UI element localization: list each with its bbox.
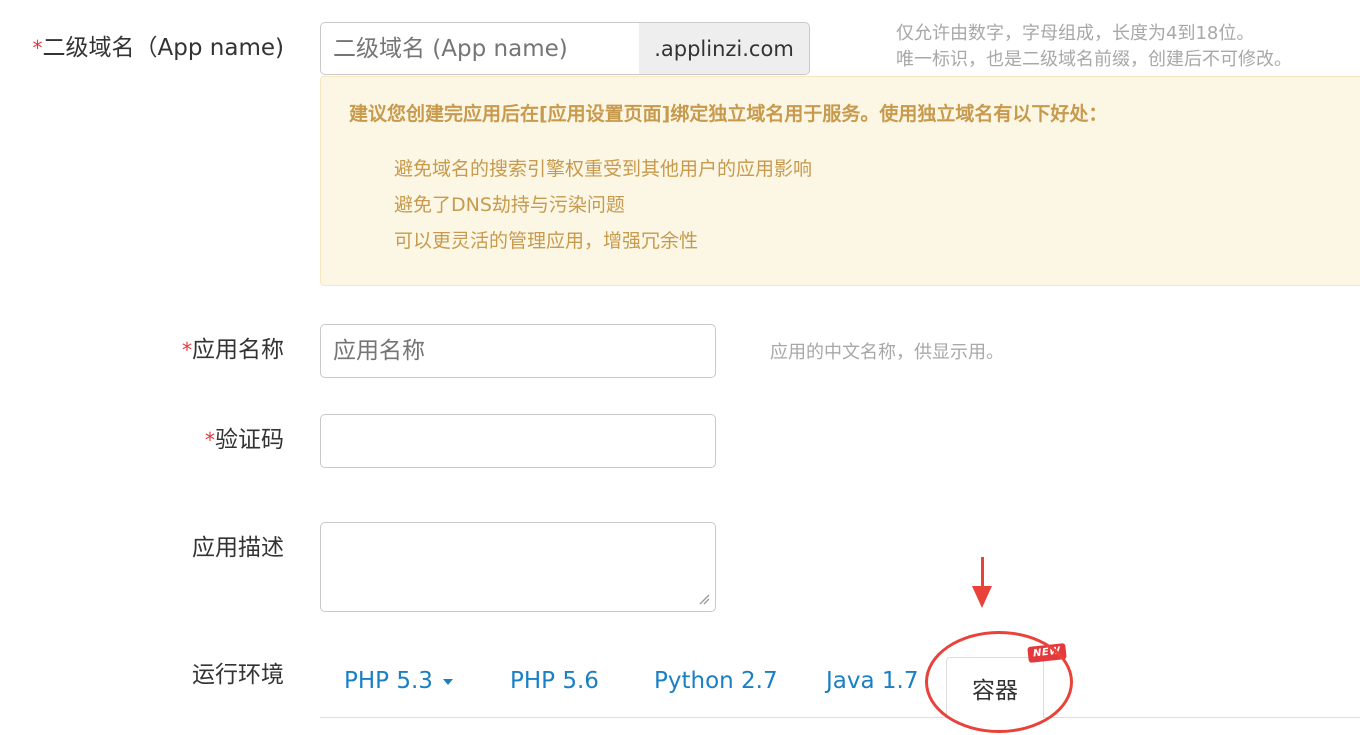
resize-grip-icon[interactable] xyxy=(698,593,710,605)
domain-suffix-addon: .applinzi.com xyxy=(639,22,810,75)
annotation-arrow-icon xyxy=(981,557,984,587)
annotation-arrow-head-icon xyxy=(972,586,992,608)
captcha-input[interactable] xyxy=(320,414,716,468)
caret-down-icon xyxy=(442,678,453,685)
description-label: 应用描述 xyxy=(192,535,284,561)
alert-list: 避免域名的搜索引擎权重受到其他用户的应用影响 避免了DNS劫持与污染问题 可以更… xyxy=(394,151,812,259)
tab-php56[interactable]: PHP 5.6 xyxy=(510,659,599,703)
alert-title: 建议您创建完应用后在[应用设置页面]绑定独立域名用于服务。使用独立域名有以下好处… xyxy=(349,103,1108,125)
alert-item: 避免了DNS劫持与污染问题 xyxy=(394,194,625,216)
alert-item: 避免域名的搜索引擎权重受到其他用户的应用影响 xyxy=(394,158,813,180)
alert-item: 可以更灵活的管理应用，增强冗余性 xyxy=(394,230,699,252)
runtime-label: 运行环境 xyxy=(192,662,284,688)
required-mark: * xyxy=(205,428,215,452)
custom-domain-alert: 建议您创建完应用后在[应用设置页面]绑定独立域名用于服务。使用独立域名有以下好处… xyxy=(320,76,1360,286)
captcha-label: *验证码 xyxy=(205,427,284,453)
description-textarea[interactable] xyxy=(320,522,716,612)
tab-php53[interactable]: PHP 5.3 xyxy=(344,659,453,703)
display-name-label: *应用名称 xyxy=(182,337,284,363)
annotation-circle xyxy=(925,631,1073,733)
tab-java17[interactable]: Java 1.7 xyxy=(826,659,918,703)
required-mark: * xyxy=(32,36,43,60)
app-name-label: *二级域名（App name) xyxy=(32,35,284,61)
app-name-help-line1: 仅允许由数字，字母组成，长度为4到18位。 xyxy=(896,23,1255,44)
tab-python27[interactable]: Python 2.7 xyxy=(654,659,778,703)
app-name-input[interactable] xyxy=(320,22,640,75)
display-name-input[interactable] xyxy=(320,324,716,378)
required-mark: * xyxy=(182,338,192,362)
runtime-tabs: PHP 5.3 PHP 5.6 Python 2.7 Java 1.7 容器 xyxy=(320,641,1360,718)
display-name-help: 应用的中文名称，供显示用。 xyxy=(770,342,1004,363)
app-name-help-line2: 唯一标识，也是二级域名前缀，创建后不可修改。 xyxy=(896,49,1292,70)
